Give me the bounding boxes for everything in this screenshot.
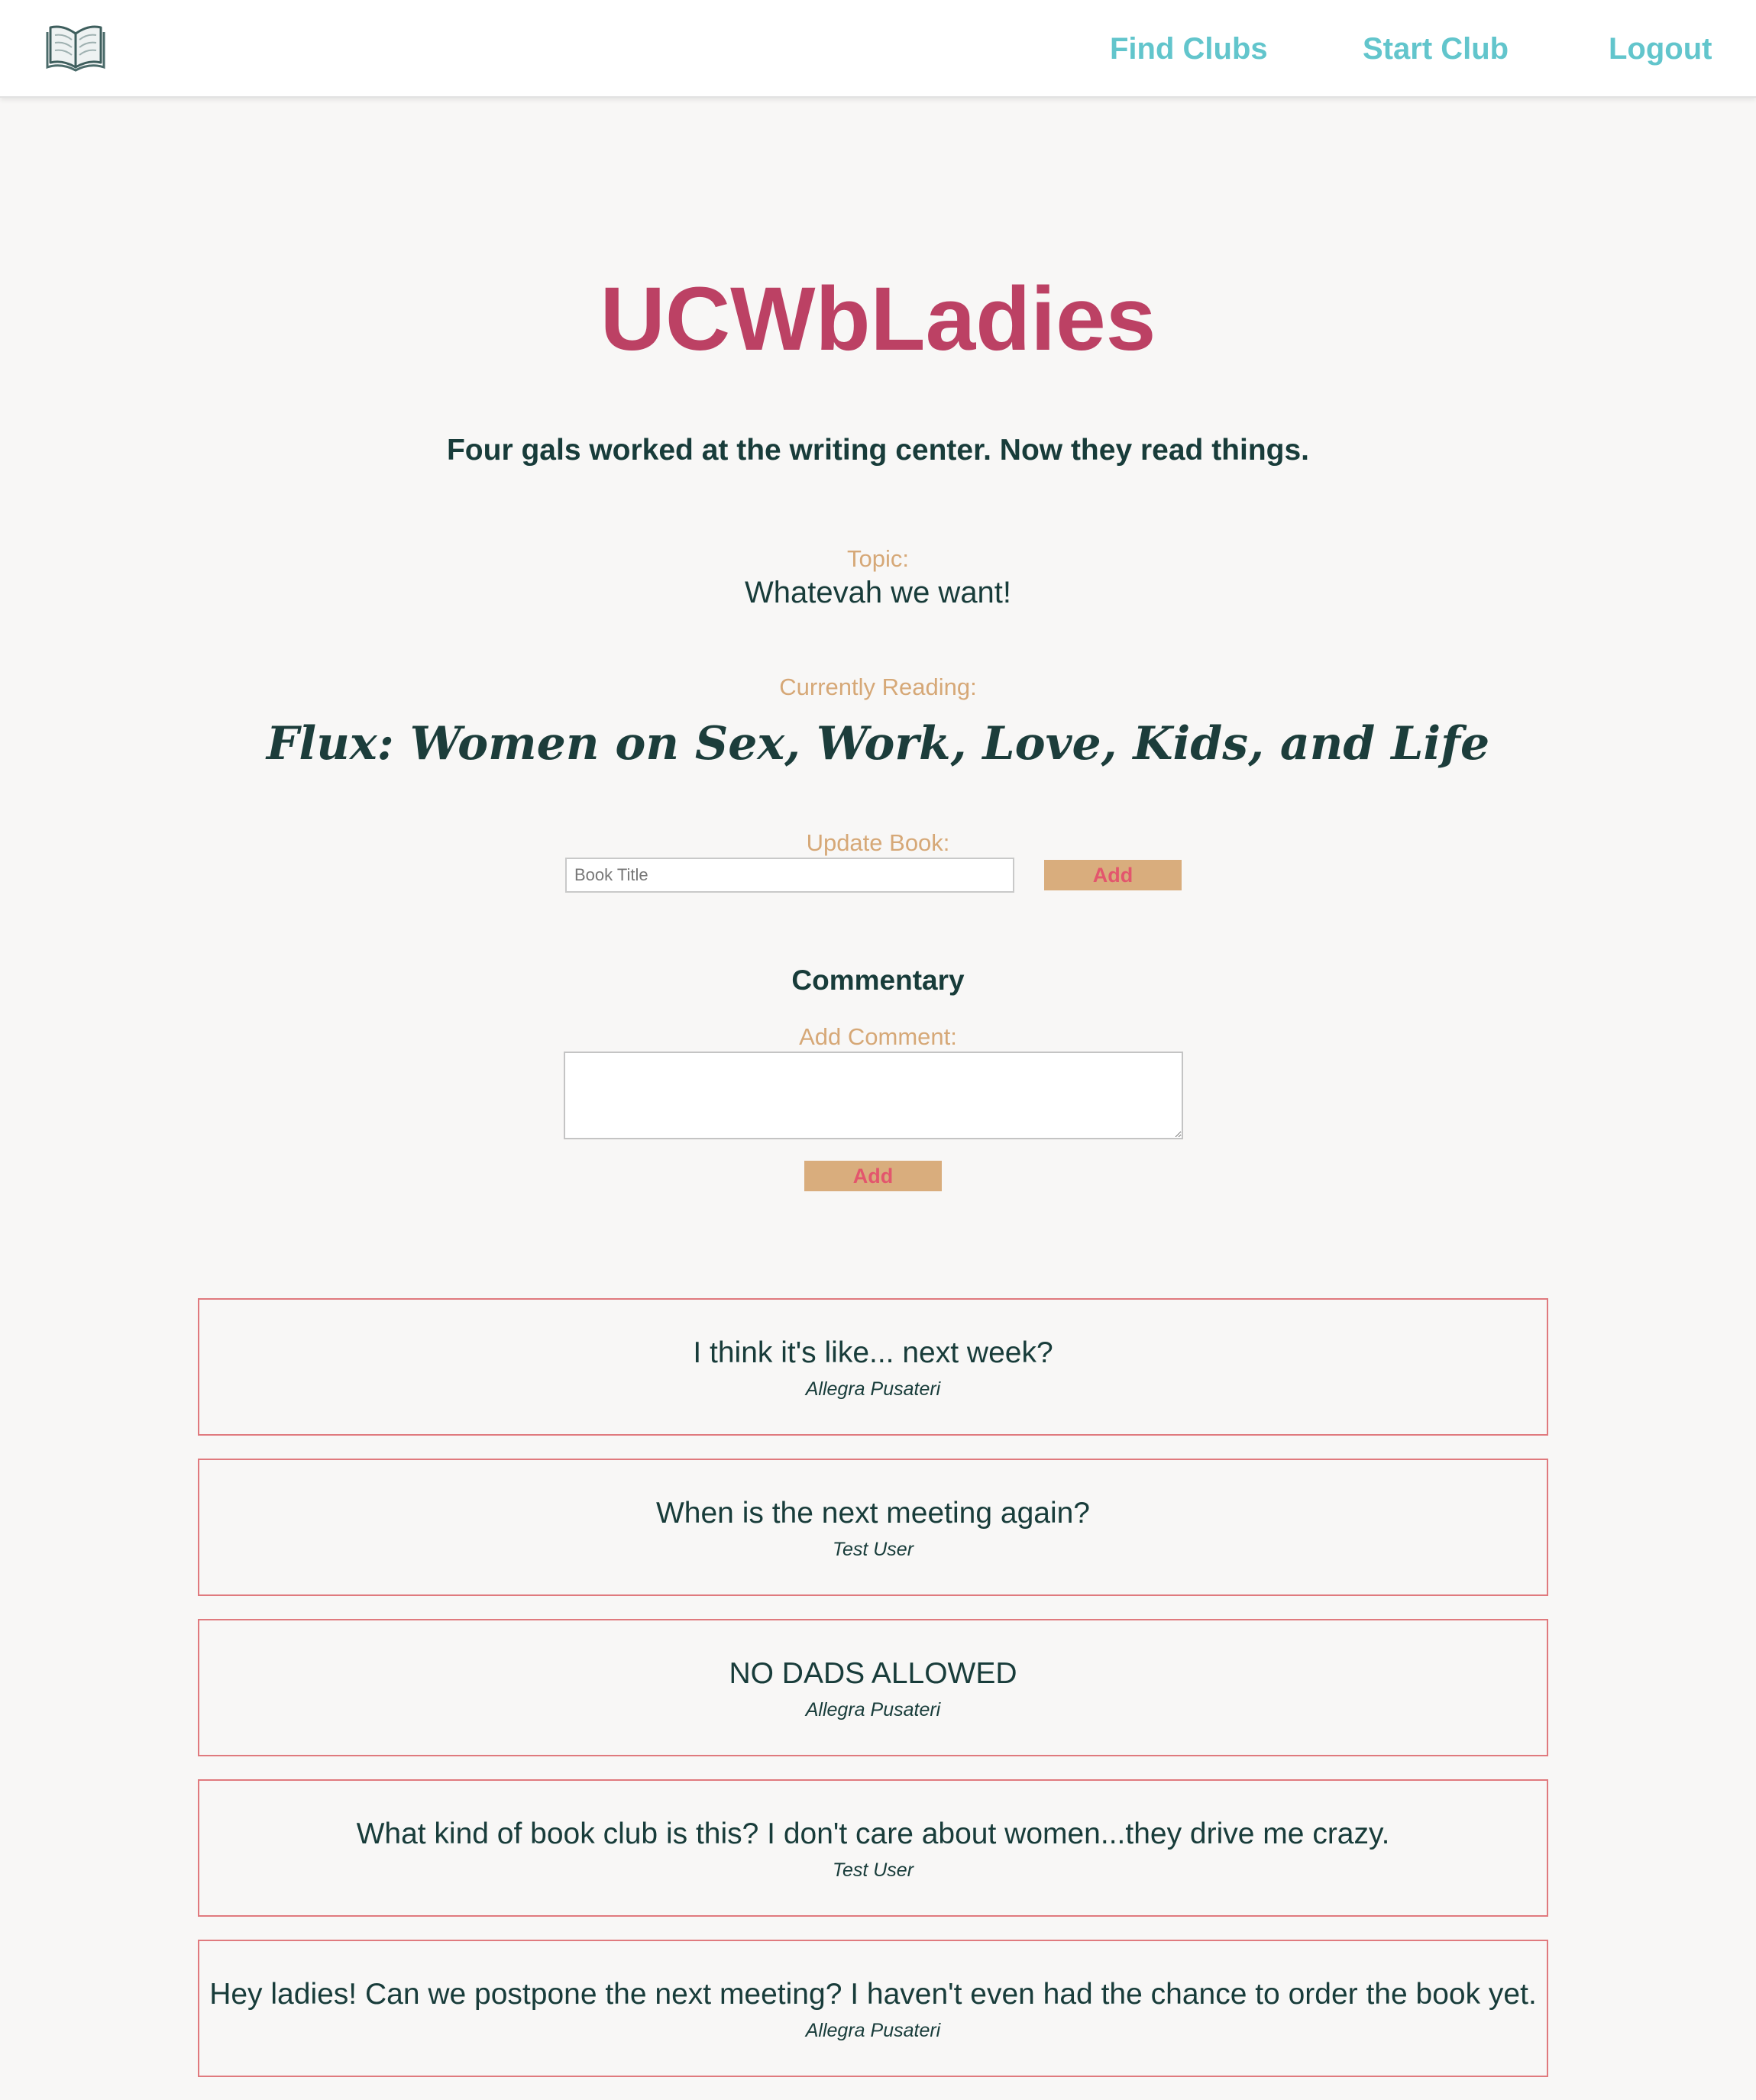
comment-card: What kind of book club is this? I don't …	[198, 1779, 1548, 1917]
book-title-input[interactable]	[565, 858, 1014, 893]
open-book-icon[interactable]	[43, 21, 108, 76]
comment-text: NO DADS ALLOWED	[729, 1657, 1017, 1690]
comment-card: I think it's like... next week? Allegra …	[198, 1298, 1548, 1436]
commentary-heading: Commentary	[791, 964, 965, 996]
comment-author: Allegra Pusateri	[805, 1378, 941, 1400]
comment-textarea[interactable]	[564, 1052, 1183, 1139]
comment-author: Allegra Pusateri	[805, 2020, 941, 2041]
club-name: UCWbLadies	[600, 269, 1156, 370]
comment-author: Test User	[832, 1539, 914, 1560]
nav-logout[interactable]: Logout	[1609, 27, 1712, 70]
topic-value: Whatevah we want!	[744, 576, 1012, 609]
nav-start-club[interactable]: Start Club	[1363, 27, 1509, 70]
comment-card: Hey ladies! Can we postpone the next mee…	[198, 1940, 1548, 2077]
comment-card: When is the next meeting again? Test Use…	[198, 1459, 1548, 1596]
currently-reading-label: Currently Reading:	[779, 674, 977, 700]
comment-card: NO DADS ALLOWED Allegra Pusateri	[198, 1619, 1548, 1756]
top-navbar: Find Clubs Start Club Logout	[0, 0, 1756, 98]
add-comment-label: Add Comment:	[799, 1023, 957, 1050]
comment-author: Allegra Pusateri	[805, 1699, 941, 1720]
comment-text: Hey ladies! Can we postpone the next mee…	[209, 1978, 1537, 2011]
update-book-label: Update Book:	[806, 829, 950, 856]
club-description: Four gals worked at the writing center. …	[446, 434, 1310, 467]
comment-text: I think it's like... next week?	[693, 1336, 1053, 1369]
comment-text: What kind of book club is this? I don't …	[356, 1817, 1390, 1850]
nav-find-clubs[interactable]: Find Clubs	[1110, 27, 1268, 70]
comment-author: Test User	[832, 1859, 914, 1881]
comment-text: When is the next meeting again?	[655, 1497, 1090, 1530]
add-book-button[interactable]: Add	[1044, 860, 1182, 890]
current-book-title: Flux: Women on Sex, Work, Love, Kids, an…	[266, 717, 1490, 771]
add-comment-button[interactable]: Add	[804, 1161, 942, 1191]
